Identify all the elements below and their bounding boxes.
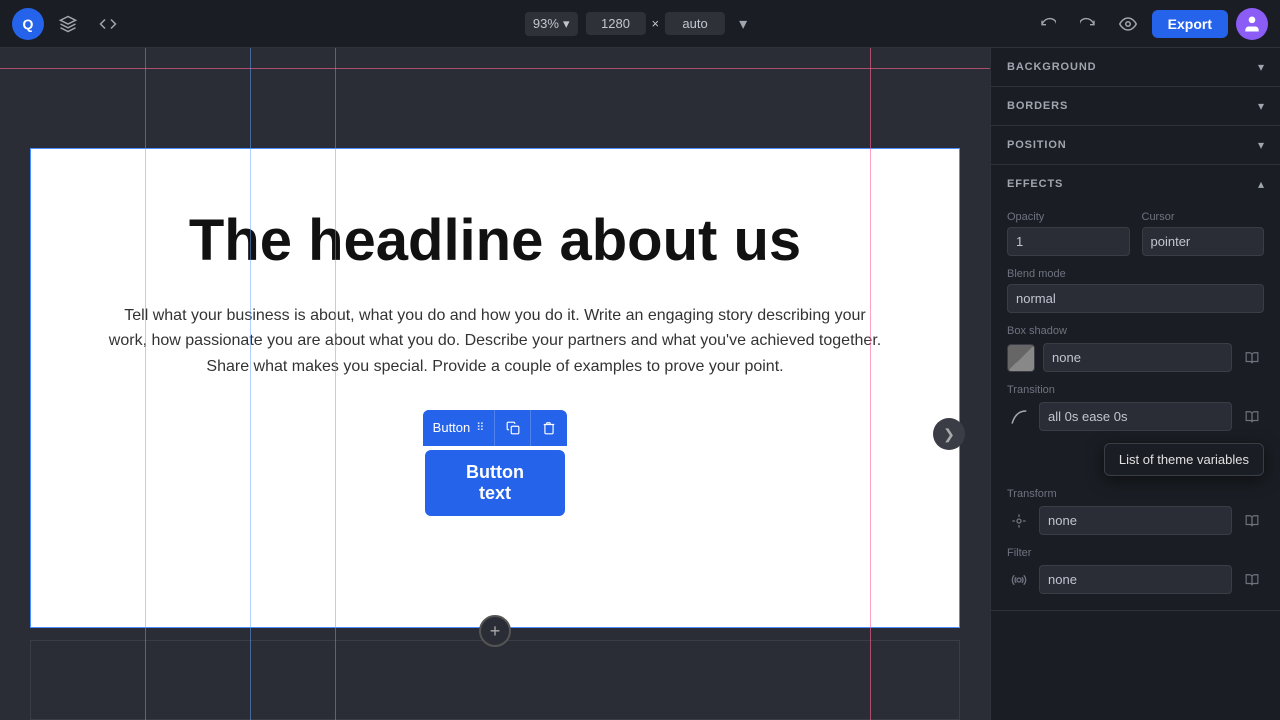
blend-mode-field: Blend mode normal bbox=[1007, 268, 1264, 313]
transition-curve-icon bbox=[1007, 405, 1031, 429]
panel-section-effects: EFFECTS ▴ Opacity 1 Cursor pointer bbox=[991, 165, 1280, 611]
transform-move-icon bbox=[1007, 509, 1031, 533]
canvas-next-arrow[interactable]: ❯ bbox=[933, 418, 965, 450]
filter-theme-icon[interactable] bbox=[1240, 568, 1264, 592]
topbar-actions: Export bbox=[1032, 8, 1268, 40]
opacity-field: Opacity 1 bbox=[1007, 211, 1130, 256]
height-input[interactable] bbox=[665, 12, 725, 35]
borders-chevron-icon: ▾ bbox=[1258, 99, 1264, 113]
page-body-text: Tell what your business is about, what y… bbox=[105, 303, 885, 380]
avatar[interactable] bbox=[1236, 8, 1268, 40]
transition-theme-icon[interactable] bbox=[1240, 405, 1264, 429]
undo-button[interactable] bbox=[1032, 8, 1064, 40]
page-headline: The headline about us bbox=[189, 209, 801, 273]
borders-section-title: BORDERS bbox=[1007, 100, 1068, 112]
background-chevron-icon: ▾ bbox=[1258, 60, 1264, 74]
transform-value[interactable]: none bbox=[1039, 506, 1232, 535]
filter-settings-icon bbox=[1007, 568, 1031, 592]
width-input[interactable] bbox=[585, 12, 645, 35]
delete-button[interactable] bbox=[531, 410, 567, 446]
layers-button[interactable] bbox=[52, 8, 84, 40]
preview-button[interactable] bbox=[1112, 8, 1144, 40]
shadow-preview-swatch[interactable] bbox=[1007, 344, 1035, 372]
transition-row: all 0s ease 0s bbox=[1007, 402, 1264, 431]
panel-section-position: POSITION ▾ bbox=[991, 126, 1280, 165]
right-panel: BACKGROUND ▾ BORDERS ▾ POSITION ▾ EFFECT… bbox=[990, 48, 1280, 720]
canvas-dark-section bbox=[30, 640, 960, 720]
cursor-field: Cursor pointer bbox=[1142, 211, 1265, 256]
filter-value[interactable]: none bbox=[1039, 565, 1232, 594]
box-shadow-label: Box shadow bbox=[1007, 325, 1264, 337]
cursor-value[interactable]: pointer bbox=[1142, 227, 1265, 256]
position-section-header[interactable]: POSITION ▾ bbox=[991, 126, 1280, 164]
transform-row: none bbox=[1007, 506, 1264, 535]
theme-variables-tooltip: List of theme variables bbox=[1104, 443, 1264, 476]
background-section-header[interactable]: BACKGROUND ▾ bbox=[991, 48, 1280, 86]
dimension-options-button[interactable]: ▾ bbox=[731, 12, 755, 36]
button-action-group bbox=[495, 410, 567, 446]
code-button[interactable] bbox=[92, 8, 124, 40]
canvas-scroll[interactable]: The headline about us Tell what your bus… bbox=[0, 48, 990, 720]
zoom-control[interactable]: 93% ▾ bbox=[525, 12, 578, 36]
blend-mode-value[interactable]: normal bbox=[1007, 284, 1264, 313]
box-shadow-value[interactable]: none bbox=[1043, 343, 1232, 372]
add-section-button[interactable]: + bbox=[479, 615, 511, 647]
box-shadow-theme-icon[interactable] bbox=[1240, 346, 1264, 370]
transform-theme-icon[interactable] bbox=[1240, 509, 1264, 533]
opacity-cursor-row: Opacity 1 Cursor pointer bbox=[1007, 211, 1264, 256]
topbar-center-controls: 93% ▾ × ▾ bbox=[525, 12, 755, 36]
main-cta-button[interactable]: Button text bbox=[425, 450, 565, 516]
export-button[interactable]: Export bbox=[1152, 10, 1228, 38]
transform-label: Transform bbox=[1007, 488, 1264, 500]
main-area: The headline about us Tell what your bus… bbox=[0, 48, 1280, 720]
position-chevron-icon: ▾ bbox=[1258, 138, 1264, 152]
effects-section-header[interactable]: EFFECTS ▴ bbox=[991, 165, 1280, 203]
borders-section-header[interactable]: BORDERS ▾ bbox=[991, 87, 1280, 125]
button-toolbar: Button ⠿ bbox=[423, 410, 568, 446]
canvas-page: The headline about us Tell what your bus… bbox=[30, 148, 960, 628]
effects-content: Opacity 1 Cursor pointer Blend mode norm… bbox=[991, 203, 1280, 610]
opacity-value[interactable]: 1 bbox=[1007, 227, 1130, 256]
topbar: Q 93% ▾ × ▾ bbox=[0, 0, 1280, 48]
panel-section-background: BACKGROUND ▾ bbox=[991, 48, 1280, 87]
button-container: Button ⠿ bbox=[423, 410, 568, 516]
redo-button[interactable] bbox=[1072, 8, 1104, 40]
blend-mode-label: Blend mode bbox=[1007, 268, 1264, 280]
panel-section-borders: BORDERS ▾ bbox=[991, 87, 1280, 126]
filter-row: none bbox=[1007, 565, 1264, 594]
background-section-title: BACKGROUND bbox=[1007, 61, 1096, 73]
opacity-label: Opacity bbox=[1007, 211, 1130, 223]
cursor-label: Cursor bbox=[1142, 211, 1265, 223]
transition-label: Transition bbox=[1007, 384, 1264, 396]
button-toolbar-label: Button ⠿ bbox=[423, 410, 496, 446]
effects-chevron-icon: ▴ bbox=[1258, 177, 1264, 191]
position-section-title: POSITION bbox=[1007, 139, 1067, 151]
canvas-area: The headline about us Tell what your bus… bbox=[0, 48, 990, 720]
chevron-down-icon: ▾ bbox=[563, 16, 570, 32]
filter-label: Filter bbox=[1007, 547, 1264, 559]
app-logo[interactable]: Q bbox=[12, 8, 44, 40]
box-shadow-row: none bbox=[1007, 343, 1264, 372]
transition-value[interactable]: all 0s ease 0s bbox=[1039, 402, 1232, 431]
effects-section-title: EFFECTS bbox=[1007, 178, 1063, 190]
drag-icon: ⠿ bbox=[476, 421, 484, 434]
duplicate-button[interactable] bbox=[495, 410, 531, 446]
dimension-control: × ▾ bbox=[585, 12, 755, 36]
